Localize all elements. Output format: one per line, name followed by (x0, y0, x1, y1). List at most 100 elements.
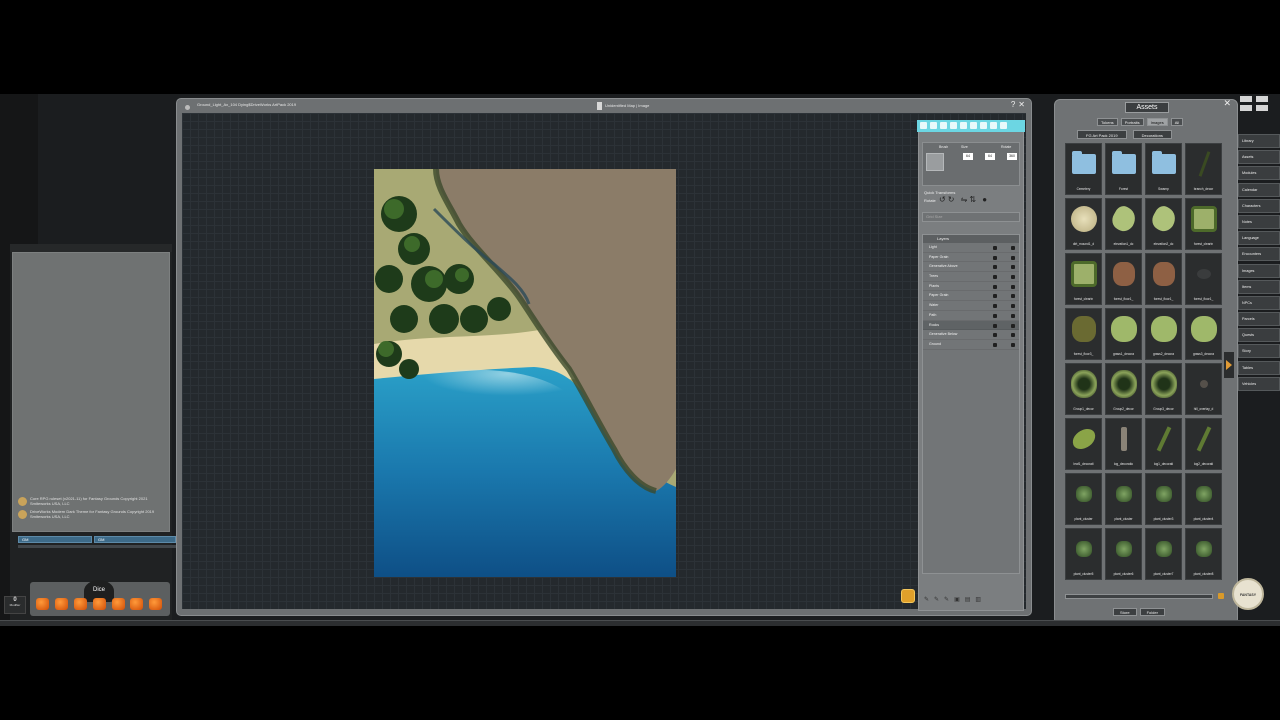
lock-icon[interactable] (1011, 313, 1015, 318)
layer-item[interactable]: Generative Above (923, 262, 1019, 273)
modifier-box[interactable]: 0 Modifier (4, 596, 26, 614)
layer-item[interactable]: Plants (923, 282, 1019, 292)
asset-tile[interactable]: Forest (1105, 143, 1142, 195)
lock-icon[interactable] (1011, 275, 1015, 280)
lock-icon[interactable] (1011, 284, 1015, 289)
asset-tile[interactable]: Group1_decor (1065, 363, 1102, 415)
lock-icon[interactable] (1011, 294, 1015, 299)
paint-tool-icon[interactable] (930, 122, 937, 129)
layer-item[interactable]: Light (923, 243, 1019, 253)
image-window-titlebar[interactable]: Ground_Light_Ax_104 Dying$DriveWorks Art… (177, 99, 1031, 113)
asset-tile[interactable]: plant_cluster (1105, 473, 1142, 525)
visibility-icon[interactable] (993, 265, 997, 270)
sidebar-item-language[interactable]: Language (1238, 231, 1280, 246)
toggle-icon[interactable] (1256, 105, 1268, 111)
store-button[interactable]: Store (1113, 608, 1137, 616)
map-canvas[interactable] (182, 113, 1026, 609)
asset-tile[interactable]: forest_floor3_ (1065, 308, 1102, 360)
sidebar-item-calendar[interactable]: Calendar (1238, 182, 1280, 197)
lock-icon[interactable] (597, 102, 602, 110)
layer-item[interactable]: Paper Grain (923, 253, 1019, 263)
visibility-icon[interactable] (993, 275, 997, 280)
brush-preview[interactable] (926, 153, 944, 171)
d8-die-icon[interactable] (74, 598, 87, 610)
layer-item[interactable]: Ground (923, 340, 1019, 350)
tab-tokens[interactable]: Tokens (1097, 118, 1118, 126)
chat-identity-select[interactable]: GM (18, 536, 92, 543)
layer-item[interactable]: Trees (923, 272, 1019, 282)
asset-tile[interactable]: log1_decorati (1145, 418, 1182, 470)
close-icon[interactable]: ✕ (1223, 98, 1231, 109)
asset-tile[interactable]: plant_cluster (1065, 473, 1102, 525)
window-menu-icon[interactable] (185, 105, 190, 110)
layer-item[interactable]: Paper Grain (923, 291, 1019, 302)
chat-mode-select[interactable]: GM (94, 536, 176, 543)
tab-portraits[interactable]: Portraits (1120, 118, 1144, 126)
tab-all[interactable]: All (1170, 118, 1184, 126)
asset-tile[interactable]: Cemetery (1065, 143, 1102, 195)
sidebar-item-assets[interactable]: Assets (1238, 150, 1280, 165)
sidebar-item-modules[interactable]: Modules (1238, 166, 1280, 181)
mode-icon[interactable] (1240, 96, 1252, 102)
sidebar-item-notes[interactable]: Notes (1238, 214, 1280, 229)
subtab-art-pack[interactable]: FG Art Pack 2019 (1077, 130, 1127, 139)
asset-tile[interactable]: grass3_decora (1185, 308, 1222, 360)
d20-die-icon[interactable] (130, 598, 143, 610)
asset-tile[interactable]: dirt_mound1_d (1065, 198, 1102, 250)
d10-die-icon[interactable] (93, 598, 106, 610)
asset-tile[interactable]: forest_floor1_ (1185, 253, 1222, 305)
help-button[interactable]: ? (1011, 100, 1015, 110)
erase-tool-icon[interactable] (940, 122, 947, 129)
sidebar-item-vehicles[interactable]: Vehicles (1238, 376, 1280, 391)
folder-button[interactable]: Folder (1139, 608, 1165, 616)
lighting-icon[interactable] (1240, 105, 1252, 111)
light-tool-icon[interactable] (970, 122, 977, 129)
chat-window[interactable] (12, 252, 170, 532)
asset-tile[interactable]: forest_clearin (1185, 198, 1222, 250)
asset-tile[interactable]: plant_cluster8 (1185, 528, 1222, 580)
lock-icon[interactable] (1011, 304, 1015, 309)
asset-tile[interactable]: forest_floor1_ (1105, 253, 1142, 305)
options-icon[interactable] (1256, 96, 1268, 102)
asset-tile[interactable]: plant_cluster3 (1145, 473, 1182, 525)
asset-tile[interactable]: Swamp (1145, 143, 1182, 195)
mask-tool-icon[interactable] (960, 122, 967, 129)
scroll-handle-icon[interactable] (1218, 593, 1224, 599)
map-image[interactable] (374, 169, 676, 577)
chat-entry-field[interactable] (18, 545, 176, 548)
sidebar-item-items[interactable]: Items (1238, 279, 1280, 294)
visibility-icon[interactable] (993, 294, 997, 299)
sidebar-item-story[interactable]: Story (1238, 344, 1280, 359)
asset-tile[interactable]: Group2_decor (1105, 363, 1142, 415)
subtab-decorations[interactable]: Decorations (1132, 130, 1172, 139)
asset-tile[interactable]: elevation2_dc (1145, 198, 1182, 250)
asset-tile[interactable]: Group3_decor (1145, 363, 1182, 415)
layer-item[interactable]: Path (923, 311, 1019, 321)
layer-item-selected[interactable]: Rocks (923, 320, 1019, 331)
close-button[interactable]: ✕ (1018, 100, 1025, 110)
rotate-field[interactable]: 360 (1007, 153, 1017, 160)
fantasy-grounds-logo[interactable]: FANTASY GROUNDS (1232, 578, 1264, 626)
lock-icon[interactable] (1011, 333, 1015, 338)
d4-die-icon[interactable] (36, 598, 49, 610)
visibility-icon[interactable] (993, 284, 997, 289)
token-lock-icon[interactable] (901, 589, 915, 603)
asset-tile[interactable]: grass2_decora (1145, 308, 1182, 360)
grid-size-field[interactable]: Grid Size (922, 212, 1020, 222)
fill-tool-icon[interactable] (950, 122, 957, 129)
collapse-arrow-icon[interactable] (1224, 352, 1234, 378)
layer-item[interactable]: Water (923, 301, 1019, 311)
sidebar-item-images[interactable]: Images (1238, 263, 1280, 278)
layer-actions[interactable]: ✎✎✎▣▤▥ (922, 596, 1020, 606)
d12-die-icon[interactable] (112, 598, 125, 610)
size-field-2[interactable]: 64 (985, 153, 995, 160)
asset-tile[interactable]: grass1_decora (1105, 308, 1142, 360)
asset-tile[interactable]: plant_cluster6 (1105, 528, 1142, 580)
visibility-icon[interactable] (993, 255, 997, 260)
asset-tile[interactable]: forest_floor1_ (1145, 253, 1182, 305)
sidebar-item-tables[interactable]: Tables (1238, 360, 1280, 375)
visibility-icon[interactable] (993, 313, 997, 318)
lock-icon[interactable] (1011, 255, 1015, 260)
lock-icon[interactable] (1011, 342, 1015, 347)
asset-tile[interactable]: branch_decor (1185, 143, 1222, 195)
